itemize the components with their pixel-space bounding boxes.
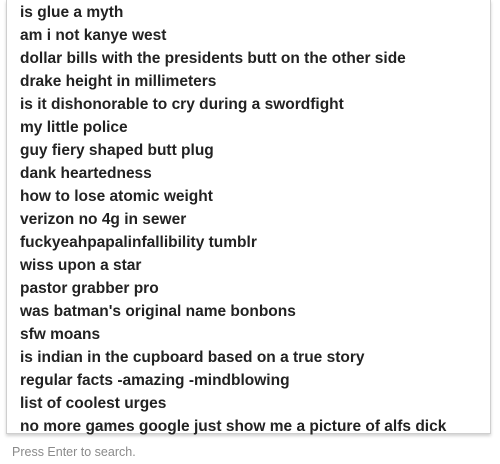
suggestion-item[interactable]: regular facts -amazing -mindblowing [7, 369, 490, 392]
suggestion-item[interactable]: verizon no 4g in sewer [7, 208, 490, 231]
suggestion-item[interactable]: is indian in the cupboard based on a tru… [7, 346, 490, 369]
suggestion-item[interactable]: is it dishonorable to cry during a sword… [7, 93, 490, 116]
suggestion-item[interactable]: no more games google just show me a pict… [7, 415, 490, 438]
suggestion-item[interactable]: guy fiery shaped butt plug [7, 139, 490, 162]
suggestion-item[interactable]: was batman's original name bonbons [7, 300, 490, 323]
press-enter-hint: Press Enter to search. [12, 445, 136, 459]
suggestion-item[interactable]: is glue a myth [7, 1, 490, 24]
autocomplete-dropdown: is glue a myth am i not kanye west dolla… [6, 0, 491, 435]
suggestion-item[interactable]: wiss upon a star [7, 254, 490, 277]
suggestion-item[interactable]: dollar bills with the presidents butt on… [7, 47, 490, 70]
suggestion-item[interactable]: am i not kanye west [7, 24, 490, 47]
suggestion-item[interactable]: drake height in millimeters [7, 70, 490, 93]
suggestion-item[interactable]: my little police [7, 116, 490, 139]
suggestion-item[interactable]: how to lose atomic weight [7, 185, 490, 208]
suggestion-item[interactable]: list of coolest urges [7, 392, 490, 415]
suggestion-item[interactable]: dank heartedness [7, 162, 490, 185]
suggestion-item[interactable]: sfw moans [7, 323, 490, 346]
suggestion-list: is glue a myth am i not kanye west dolla… [7, 1, 490, 438]
suggestion-item[interactable]: fuckyeahpapalinfallibility tumblr [7, 231, 490, 254]
suggestion-item[interactable]: pastor grabber pro [7, 277, 490, 300]
